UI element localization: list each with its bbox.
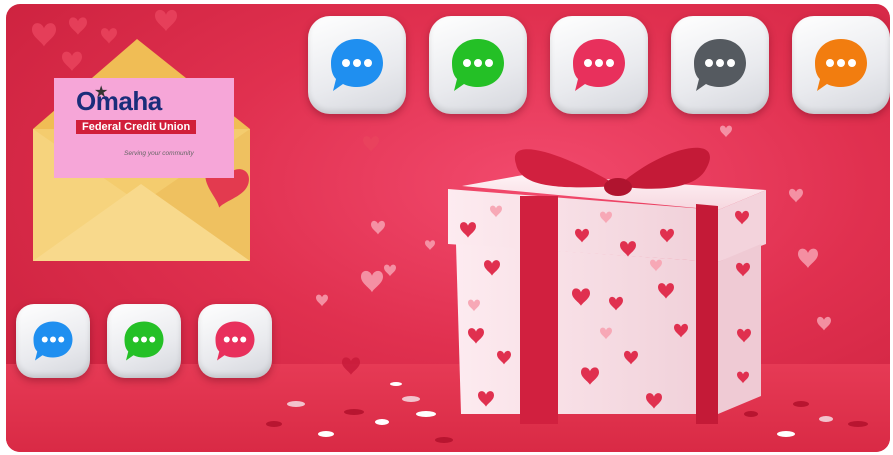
green-chat-tile	[429, 16, 527, 114]
gray-chat-bubble-icon	[694, 39, 746, 91]
blue-chat-tile	[308, 16, 406, 114]
brand-name: Omaha	[76, 86, 162, 116]
pink-chat-bubble-icon	[215, 321, 255, 361]
blue-chat-tile-small	[16, 304, 90, 378]
green-chat-tile-small	[107, 304, 181, 378]
gray-chat-tile	[671, 16, 769, 114]
orange-chat-tile	[792, 16, 890, 114]
green-chat-bubble-icon	[452, 39, 504, 91]
logo-card: ★ Omaha Federal Credit Union Serving you…	[54, 78, 234, 178]
pink-chat-bubble-icon	[573, 39, 625, 91]
pink-chat-tile-small	[198, 304, 272, 378]
green-chat-bubble-icon	[124, 321, 164, 361]
blue-chat-bubble-icon	[331, 39, 383, 91]
gift-box	[448, 147, 766, 424]
pink-chat-tile	[550, 16, 648, 114]
orange-chat-bubble-icon	[815, 39, 867, 91]
banner: ★ Omaha Federal Credit Union Serving you…	[6, 4, 890, 452]
blue-chat-bubble-icon	[33, 321, 73, 361]
brand-subtitle: Federal Credit Union	[76, 120, 197, 134]
brand-tagline: Serving your community	[124, 150, 194, 157]
